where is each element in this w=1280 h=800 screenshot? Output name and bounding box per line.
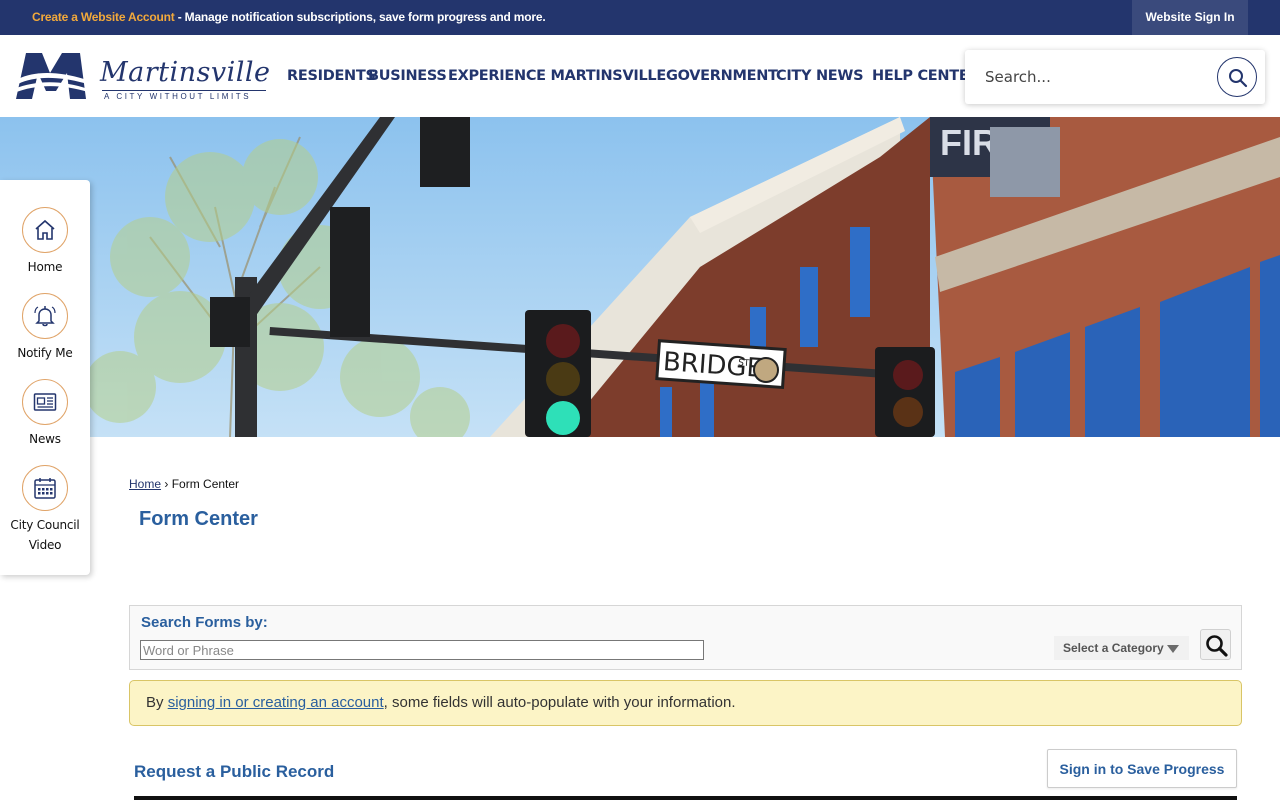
site-search-button[interactable]: [1217, 57, 1257, 97]
logo-wordmark: Martinsville: [100, 57, 271, 88]
downtown-street-scene: FIR BRIDGE ST: [0, 117, 1280, 437]
quick-link-home[interactable]: Home: [0, 207, 90, 277]
quick-link-label: City Council Video: [10, 518, 80, 552]
nav-city-news[interactable]: CITY NEWS: [776, 35, 864, 117]
quick-link-label: Home: [27, 260, 63, 274]
category-select[interactable]: Select a Category: [1054, 636, 1189, 660]
breadcrumb-current: Form Center: [171, 477, 240, 491]
nav-experience-martinsville[interactable]: EXPERIENCE MARTINSVILLE: [448, 35, 666, 117]
breadcrumb: Home › Form Center: [129, 477, 239, 491]
site-search: [965, 50, 1265, 104]
category-select-label: Select a Category: [1063, 641, 1164, 655]
nav-government[interactable]: GOVERNMENT: [666, 35, 778, 117]
page-title: Form Center: [139, 508, 258, 530]
form-category-title[interactable]: Request a Public Record: [134, 762, 334, 782]
quick-link-city-council-video[interactable]: City Council Video: [0, 465, 90, 557]
quick-links-panel: Home Notify Me News City Council Video: [0, 180, 90, 575]
nav-business[interactable]: BUSINESS: [368, 35, 447, 117]
logo-rule: [102, 90, 266, 91]
caret-down-icon: [1167, 645, 1179, 653]
section-divider: [134, 796, 1237, 800]
quick-link-news[interactable]: News: [0, 379, 90, 449]
hero-image: FIR BRIDGE ST: [0, 117, 1280, 437]
breadcrumb-home-link[interactable]: Home: [129, 477, 161, 491]
notice-suffix: , some fields will auto-populate with yo…: [383, 694, 736, 711]
quick-link-council-circle: [22, 465, 68, 511]
account-message-text: - Manage notification subscriptions, sav…: [174, 10, 546, 24]
autofill-notice: By signing in or creating an account, so…: [129, 680, 1242, 726]
home-icon: [35, 219, 55, 240]
notice-prefix: By: [146, 694, 168, 711]
search-forms-button[interactable]: [1200, 629, 1231, 660]
building-lettering: FIR: [940, 122, 998, 163]
create-account-link[interactable]: Create a Website Account: [32, 10, 175, 24]
site-logo[interactable]: Martinsville A CITY WITHOUT LIMITS: [14, 49, 271, 103]
quick-link-news-circle: [22, 379, 68, 425]
quick-link-label: News: [29, 432, 61, 446]
nav-residents[interactable]: RESIDENTS: [287, 35, 376, 117]
account-message: Create a Website Account - Manage notifi…: [32, 0, 546, 35]
website-sign-in-button[interactable]: Website Sign In: [1132, 0, 1248, 35]
quick-link-home-circle: [22, 207, 68, 253]
site-header: Martinsville A CITY WITHOUT LIMITS RESID…: [0, 35, 1280, 117]
quick-link-notify-me[interactable]: Notify Me: [0, 293, 90, 363]
quick-link-notify-circle: [22, 293, 68, 339]
calendar-icon: [34, 478, 56, 499]
magnifier-icon: [1206, 635, 1228, 657]
breadcrumb-separator: ›: [164, 477, 169, 491]
sign-in-create-account-link[interactable]: signing in or creating an account: [168, 694, 384, 711]
search-forms-label: Search Forms by:: [141, 614, 268, 631]
martinsville-m-icon: [14, 53, 88, 99]
top-banner: Create a Website Account - Manage notifi…: [0, 0, 1280, 35]
bell-icon: [34, 306, 56, 327]
newspaper-icon: [33, 393, 57, 411]
search-forms-input[interactable]: [140, 640, 704, 660]
logo-tagline: A CITY WITHOUT LIMITS: [104, 92, 252, 101]
sign-in-to-save-progress-button[interactable]: Sign in to Save Progress: [1047, 749, 1237, 788]
search-forms-panel: Search Forms by: Select a Category: [129, 605, 1242, 670]
search-icon: [1229, 69, 1248, 88]
street-sign-suffix: ST: [738, 358, 750, 369]
quick-link-label: Notify Me: [17, 346, 73, 360]
bridge-street-sign: BRIDGE ST: [655, 339, 787, 390]
nav-help-center[interactable]: HELP CENTER: [872, 35, 980, 117]
site-search-input[interactable]: [975, 60, 1205, 94]
